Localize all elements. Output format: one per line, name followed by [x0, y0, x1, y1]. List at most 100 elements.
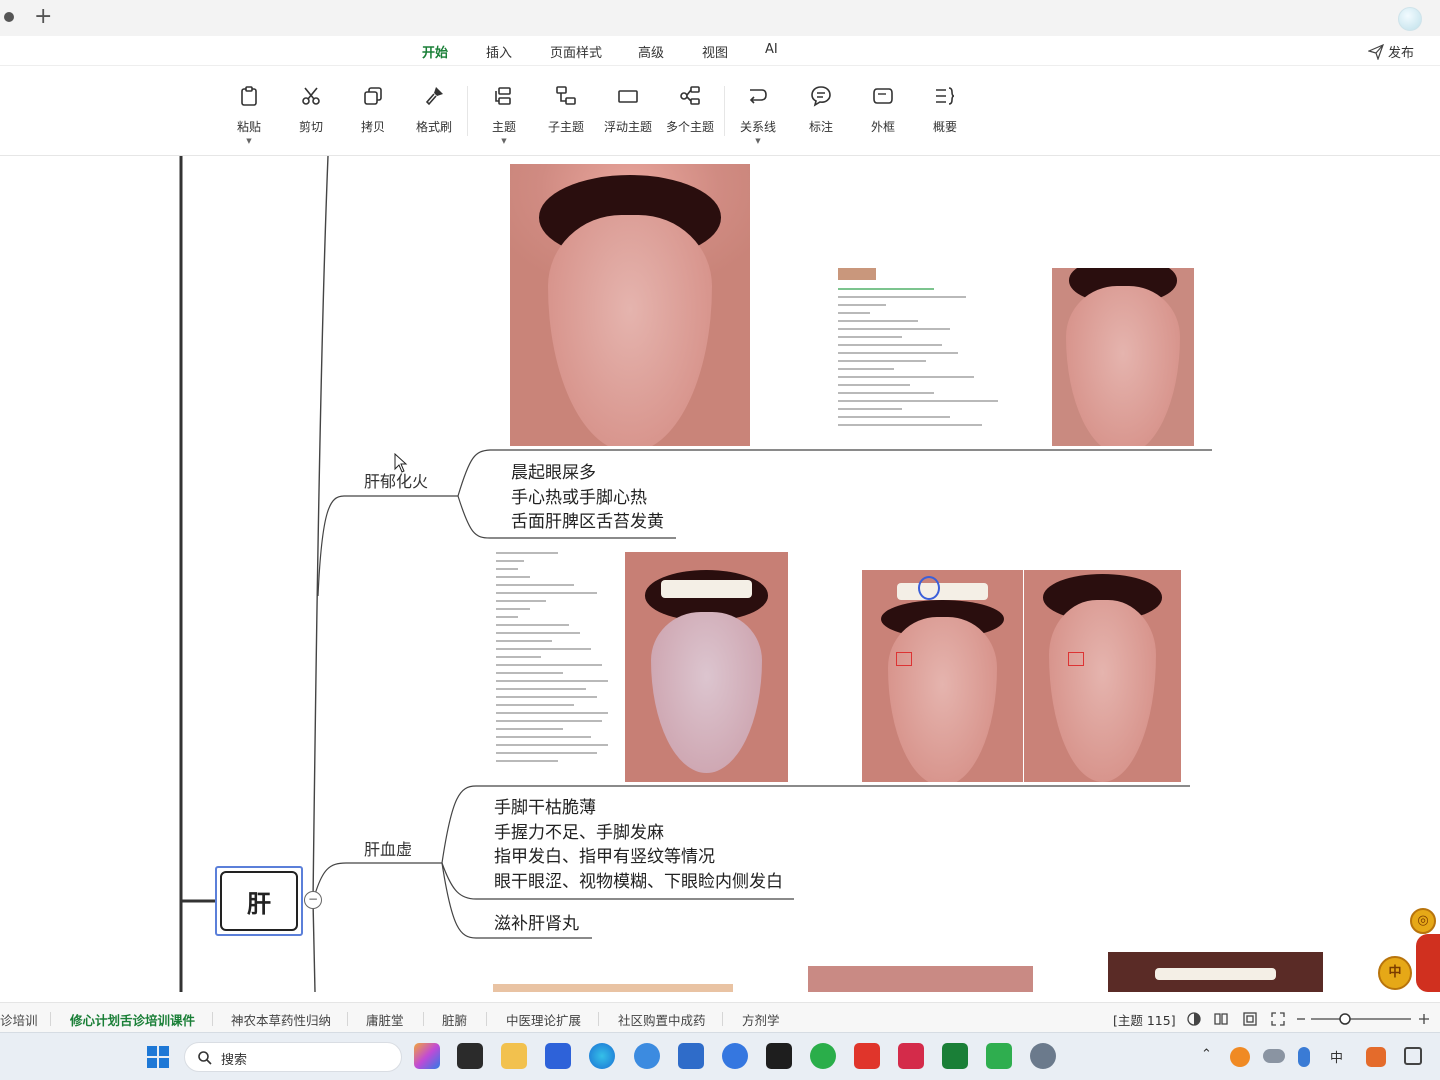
wps-office-icon[interactable]	[854, 1043, 880, 1069]
remedy-item[interactable]: 滋补肝肾丸	[494, 912, 579, 937]
symptom-item[interactable]: 指甲发白、指甲有竖纹等情况	[494, 845, 715, 870]
settings-gear-icon[interactable]	[1030, 1043, 1056, 1069]
branch-label-liver-blood-deficiency[interactable]: 肝血虚	[364, 836, 412, 860]
tab-advanced[interactable]: 高级	[638, 42, 664, 61]
sheet-tab[interactable]: 脏腑	[442, 1010, 467, 1029]
sheet-tab[interactable]: 中医理论扩展	[506, 1010, 581, 1029]
sheet-tab[interactable]: 诊培训	[0, 1010, 38, 1029]
tray-display-icon[interactable]	[1404, 1047, 1422, 1065]
multi-topic-label: 多个主题	[665, 120, 714, 134]
symptom-item[interactable]: 舌面肝脾区舌苔发黄	[511, 510, 664, 535]
tongue-photo-partial[interactable]	[1108, 952, 1323, 992]
wechat-icon[interactable]	[810, 1043, 836, 1069]
edge-browser-icon[interactable]	[589, 1043, 615, 1069]
topic-icon	[495, 87, 511, 105]
chevron-down-icon[interactable]: ▼	[217, 137, 281, 145]
book-view-icon[interactable]	[1213, 1011, 1229, 1027]
sheet-tab[interactable]: 神农本草药性归纳	[231, 1010, 331, 1029]
case-notes-image-1[interactable]	[838, 268, 998, 446]
chevron-down-icon[interactable]: ▼	[472, 137, 536, 145]
sheet-tab[interactable]: 方剂学	[742, 1010, 780, 1029]
copilot-app-icon[interactable]	[414, 1043, 440, 1069]
windows-start-icon[interactable]	[146, 1045, 170, 1069]
ime-indicator[interactable]: 中	[1330, 1047, 1343, 1066]
tab-start[interactable]: 开始	[422, 42, 449, 68]
tray-microphone-icon[interactable]	[1298, 1047, 1310, 1067]
symptom-item[interactable]: 眼干眼涩、视物模糊、下眼睑内侧发白	[494, 870, 783, 895]
tab-insert[interactable]: 插入	[486, 42, 512, 61]
summary-button[interactable]: 概要	[913, 84, 977, 135]
sheet-tab[interactable]: 庸脏堂	[366, 1010, 404, 1029]
fit-page-icon[interactable]	[1242, 1011, 1258, 1027]
store-app-icon[interactable]	[545, 1043, 571, 1069]
file-explorer-icon[interactable]	[501, 1043, 527, 1069]
tray-cloud-icon[interactable]	[1263, 1049, 1285, 1063]
tongue-photo-2[interactable]	[1052, 268, 1194, 446]
tongue-shape	[548, 214, 712, 446]
remote-desktop-icon[interactable]	[986, 1043, 1012, 1069]
chat-app-icon[interactable]	[722, 1043, 748, 1069]
sheet-tab-active[interactable]: 修心计划舌诊培训课件	[70, 1010, 195, 1029]
cut-button[interactable]: 剪切	[279, 84, 343, 135]
wps-pdf-icon[interactable]	[898, 1043, 924, 1069]
tongue-photo-1[interactable]	[510, 164, 750, 446]
new-tab-plus-icon[interactable]: +	[34, 4, 52, 30]
tray-chevron-up-icon[interactable]: ⌃	[1201, 1047, 1212, 1062]
copy-label: 拷贝	[360, 120, 385, 134]
tab-divider	[722, 1012, 723, 1026]
floating-topic-label: 浮动主题	[603, 120, 652, 134]
multi-topic-button[interactable]: 多个主题	[658, 84, 722, 135]
task-view-icon[interactable]	[457, 1043, 483, 1069]
sheet-tabs-bar: 诊培训 修心计划舌诊培训课件 神农本草药性归纳 庸脏堂 脏腑 中医理论扩展 社区…	[0, 1002, 1440, 1032]
symptom-item[interactable]: 晨起眼屎多	[511, 461, 596, 486]
boundary-button[interactable]: 外框	[851, 84, 915, 135]
tongue-photo-partial[interactable]	[808, 966, 1033, 992]
tray-sync-icon[interactable]	[1230, 1047, 1250, 1067]
paintbrush-icon	[425, 87, 443, 106]
tab-page-style[interactable]: 页面样式	[550, 42, 602, 61]
zoom-slider[interactable]	[1295, 1011, 1435, 1027]
symptom-item[interactable]: 手心热或手脚心热	[511, 486, 647, 511]
mindmap-app-icon[interactable]	[942, 1043, 968, 1069]
case-notes-image-2[interactable]	[496, 552, 608, 782]
paste-button[interactable]: 粘贴 ▼	[217, 84, 281, 145]
root-topic-liver[interactable]: 肝	[215, 866, 303, 936]
tray-app-icon[interactable]	[1366, 1047, 1386, 1067]
boundary-icon	[873, 88, 893, 104]
mindmap-canvas[interactable]: 肝郁化火 晨起眼屎多 手心热或手脚心热 舌面肝脾区舌苔发黄 肝血虚 手脚干枯脆薄…	[0, 156, 1440, 992]
paste-label: 粘贴	[236, 120, 261, 134]
tongue-photo-partial[interactable]	[493, 984, 733, 992]
seal-stamp	[1068, 652, 1084, 666]
collapse-toggle-button[interactable]: −	[304, 891, 322, 909]
callout-button[interactable]: 标注	[789, 84, 853, 135]
symptom-item[interactable]: 手握力不足、手脚发麻	[494, 821, 664, 846]
tab-view[interactable]: 视图	[702, 42, 728, 61]
tongue-photo-3[interactable]	[625, 552, 788, 782]
clipboard-icon	[241, 86, 257, 106]
tab-dot-icon[interactable]	[4, 12, 14, 22]
theme-toggle-icon[interactable]	[1186, 1011, 1202, 1027]
symptom-item[interactable]: 手脚干枯脆薄	[494, 796, 596, 821]
format-painter-button[interactable]: 格式刷	[402, 84, 466, 135]
profile-avatar[interactable]	[1398, 7, 1422, 31]
subtopic-icon	[556, 86, 576, 105]
copy-button[interactable]: 拷贝	[341, 84, 405, 135]
sheet-tab[interactable]: 社区购置中成药	[618, 1010, 706, 1029]
capcut-app-icon[interactable]	[766, 1043, 792, 1069]
mascot-decoration[interactable]: ◎ 中	[1376, 908, 1440, 992]
tab-ai[interactable]: AI	[765, 42, 778, 57]
publish-button[interactable]: 发布	[1368, 42, 1414, 61]
topic-button[interactable]: 主题 ▼	[472, 84, 536, 145]
tongue-photo-5[interactable]	[1024, 570, 1181, 782]
fullscreen-icon[interactable]	[1270, 1011, 1286, 1027]
subtopic-button[interactable]: 子主题	[534, 84, 598, 135]
scissors-icon	[302, 87, 320, 105]
chevron-down-icon[interactable]: ▼	[726, 137, 790, 145]
summary-brace-icon	[936, 87, 955, 105]
floating-topic-button[interactable]: 浮动主题	[596, 84, 660, 135]
tongue-photo-4[interactable]	[862, 570, 1023, 782]
taskbar-search-box[interactable]: 搜索	[184, 1042, 402, 1072]
notes-app-icon[interactable]	[678, 1043, 704, 1069]
browser-s-icon[interactable]	[634, 1043, 660, 1069]
relationship-button[interactable]: 关系线 ▼	[726, 84, 790, 145]
